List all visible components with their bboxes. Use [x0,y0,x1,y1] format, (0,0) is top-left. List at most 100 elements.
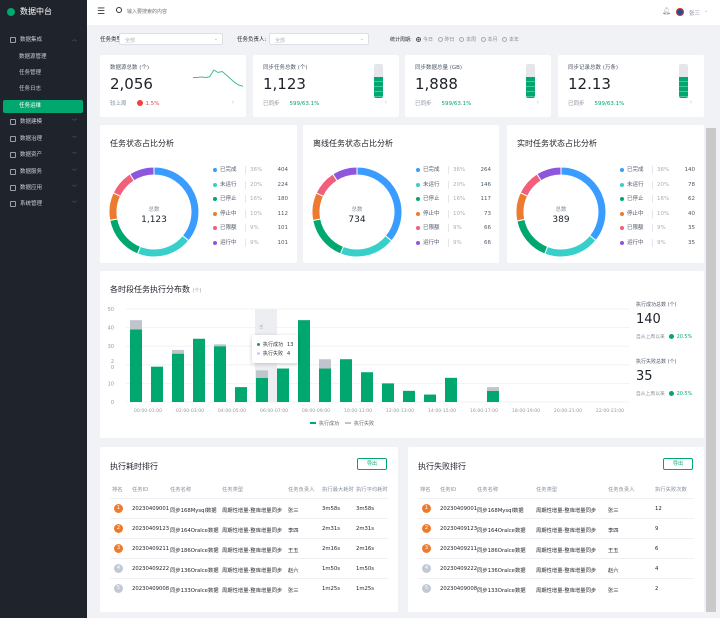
bar-fail[interactable] [130,320,142,330]
donut-slice[interactable] [519,173,542,197]
donut-slice[interactable] [129,166,155,182]
table-row[interactable]: 3 20230409211 同步186Oralce数据 周期性增量-整库增量同步 王五 6 [418,538,694,558]
sidebar-item[interactable]: 任务日志 [3,83,83,96]
bar-success[interactable] [172,353,184,402]
legend-item: 已限额 9% 35 [620,223,695,233]
sidebar-item[interactable]: ﹀ 数据服务 [3,166,83,179]
bar-success[interactable] [361,372,373,402]
donut-slice[interactable] [112,173,135,197]
bar-success[interactable] [487,390,499,402]
owner-select[interactable]: 全部 ⌄ [269,33,369,45]
sidebar-item[interactable]: ﹀ 数据建模 [3,116,83,129]
sidebar-item[interactable]: 任务运维 [3,100,83,113]
export-button[interactable]: 导出 [357,458,387,470]
donut-slice[interactable] [332,166,358,182]
user-name[interactable]: 张三 [689,9,700,17]
bell-icon[interactable]: 🔔︎ [662,7,671,15]
bar-success[interactable] [340,359,352,402]
table-row[interactable]: 4 20230409222 同步136Oralce数据 周期性增量-整库增量同步 赵六 4 [418,558,694,578]
bar-success[interactable] [403,390,415,402]
status-donut-card: 离线任务状态占比分析 总数 734 已完成 36% 264 未运行 20% 146 已停止 16% 1… [303,125,499,263]
donut-slice[interactable] [339,234,393,258]
sidebar-item[interactable]: ﹀ 数据应用 [3,182,83,195]
bar-success[interactable] [151,366,163,402]
table-row[interactable]: 5 20230409008 同步133Oralce数据 周期性增量-整库增量同步 张三 1… [110,578,388,598]
bar-success[interactable] [256,377,268,402]
legend-value: 101 [277,225,289,231]
bar-success[interactable] [193,338,205,402]
bar-success[interactable] [445,377,457,402]
scrollbar[interactable] [706,128,716,612]
donut-slice[interactable] [544,234,597,258]
bar-success[interactable] [277,368,289,402]
bar-success[interactable] [382,383,394,402]
export-button[interactable]: 导出 [663,458,693,470]
avatar[interactable] [676,8,684,16]
bar-fail[interactable] [319,359,331,369]
donut-slice[interactable] [560,166,607,242]
table-cell: 20230409211 [440,546,478,552]
table-cell: 周期性增量-整库增量同步 [536,508,597,514]
hourly-distribution-card: 各时段任务执行分布数 (个) 0 10 2 0 30 40 50 00:00-01:00 02:… [100,271,704,438]
donut-slice[interactable] [136,234,190,258]
legend-item: 运行中 9% 66 [416,238,491,248]
donut-slice[interactable] [356,166,403,242]
legend-dot [213,240,217,245]
period-radio[interactable]: 本月 [480,36,498,43]
table-row[interactable]: 1 20230409001 同步168Mysql数据 周期性增量-整库增量同步 张三 12 [418,498,694,518]
search-icon[interactable] [116,7,122,13]
table-row[interactable]: 1 20230409001 同步168Mysql数据 周期性增量-整库增量同步 张三 3m… [110,498,388,518]
bar-fail[interactable] [214,344,226,347]
sidebar-item[interactable]: ﹀ 数据治理 [3,133,83,146]
table-row[interactable]: 2 20230409123 同步164Oralce数据 周期性增量-整库增量同步 李四 9 [418,518,694,538]
table-cell: 张三 [288,588,299,594]
bar-success[interactable] [214,346,226,402]
legend-item: 停止中 10% 112 [213,209,288,219]
task-type-select[interactable]: 全部 ⌄ [119,33,223,45]
bar-success[interactable] [319,368,331,402]
table-row[interactable]: 2 20230409123 同步164Oralce数据 周期性增量-整库增量同步 李四 2… [110,518,388,538]
legend-name: 已完成 [220,167,237,173]
chevron-right-icon[interactable]: › [232,99,234,106]
period-radio[interactable]: 本年 [502,36,519,43]
bar-success[interactable] [424,394,436,402]
tooltip-name: 执行失败 [263,351,284,357]
search-input[interactable] [127,7,277,17]
legend-name: 运行中 [423,239,440,246]
period-radio[interactable]: 昨日 [437,36,455,43]
donut-slice[interactable] [311,192,325,222]
menu-toggle-icon[interactable]: ☰ [97,7,105,17]
kpi-foot-value: 599/63.1% [441,101,472,107]
sidebar-item[interactable]: ︿ 数据集成 [3,34,83,47]
sidebar-item[interactable]: ﹀ 数据资产 [3,149,83,162]
divider [652,224,653,232]
donut-slice[interactable] [315,173,338,197]
kpi-card: 同步记录总数 (万条) 12.13 已同步 599/63.1% › [558,55,704,117]
bar-success[interactable] [298,320,310,402]
chevron-down-icon[interactable]: ⌄ [704,8,708,14]
kpi-value: 2,056 [110,75,153,93]
bar-success[interactable] [130,329,142,402]
bar-fail[interactable] [172,349,184,354]
bar-fail[interactable] [487,387,499,391]
donut-slice[interactable] [153,166,200,242]
sidebar-item[interactable]: 数据源管理 [3,51,83,64]
trend-up-icon [668,391,674,396]
table-row[interactable]: 3 20230409211 同步186Oralce数据 周期性增量-整库增量同步 王五 2… [110,538,388,558]
table-cell: 同步136Oralce数据 [170,568,219,574]
donut-slice[interactable] [515,192,529,222]
bar-fail[interactable] [256,370,268,378]
exec-stat-foot-label: 自从上周以来 [636,392,665,397]
period-radio[interactable]: 今日 [416,36,433,43]
donut-slice[interactable] [536,166,562,182]
chevron-right-icon[interactable]: › [690,99,692,106]
donut-slice[interactable] [108,192,122,221]
bar-success[interactable] [235,387,247,402]
sidebar-item[interactable]: ﹀ 系统管理 [3,198,83,211]
table-row[interactable]: 4 20230409222 同步136Oralce数据 周期性增量-整库增量同步 赵六 1… [110,558,388,578]
sidebar-item[interactable]: 任务管理 [3,67,83,80]
chevron-right-icon[interactable]: › [385,99,387,106]
chevron-right-icon[interactable]: › [537,99,539,106]
table-row[interactable]: 5 20230409008 同步133Oralce数据 周期性增量-整库增量同步 张三 2 [418,578,694,598]
period-radio[interactable]: 本周 [459,36,476,43]
